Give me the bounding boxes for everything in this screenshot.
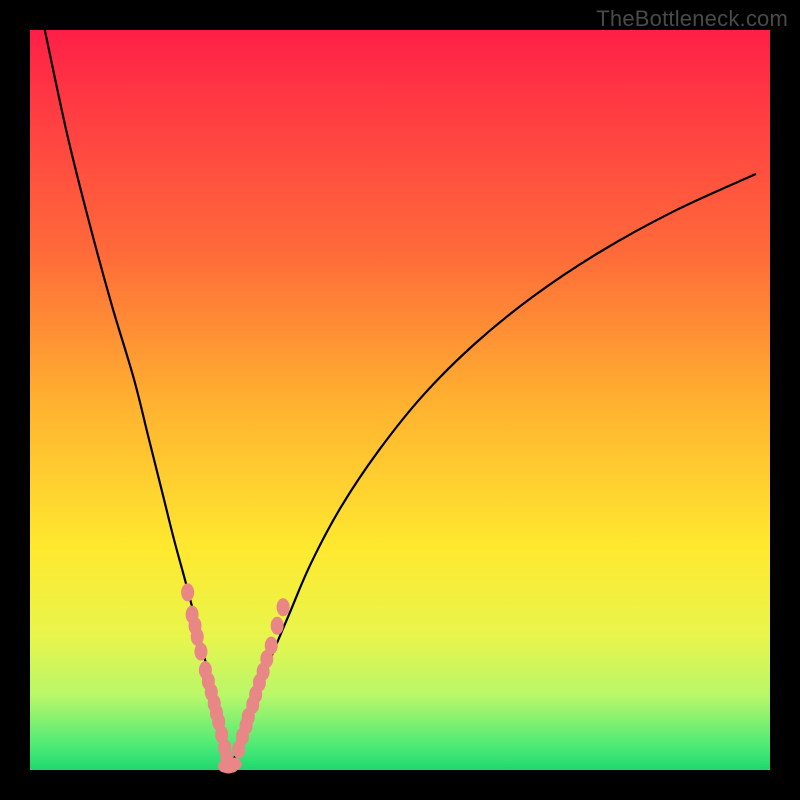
plot-area [30,30,770,770]
watermark-text: TheBottleneck.com [596,6,788,32]
bead [277,598,290,616]
bead [194,643,207,661]
bead [265,637,278,655]
bead [227,758,242,771]
bead-group [181,583,289,773]
bead [181,583,194,601]
bead [271,617,284,635]
curve-right [228,174,755,766]
chart-svg [30,30,770,770]
chart-frame: TheBottleneck.com [0,0,800,800]
